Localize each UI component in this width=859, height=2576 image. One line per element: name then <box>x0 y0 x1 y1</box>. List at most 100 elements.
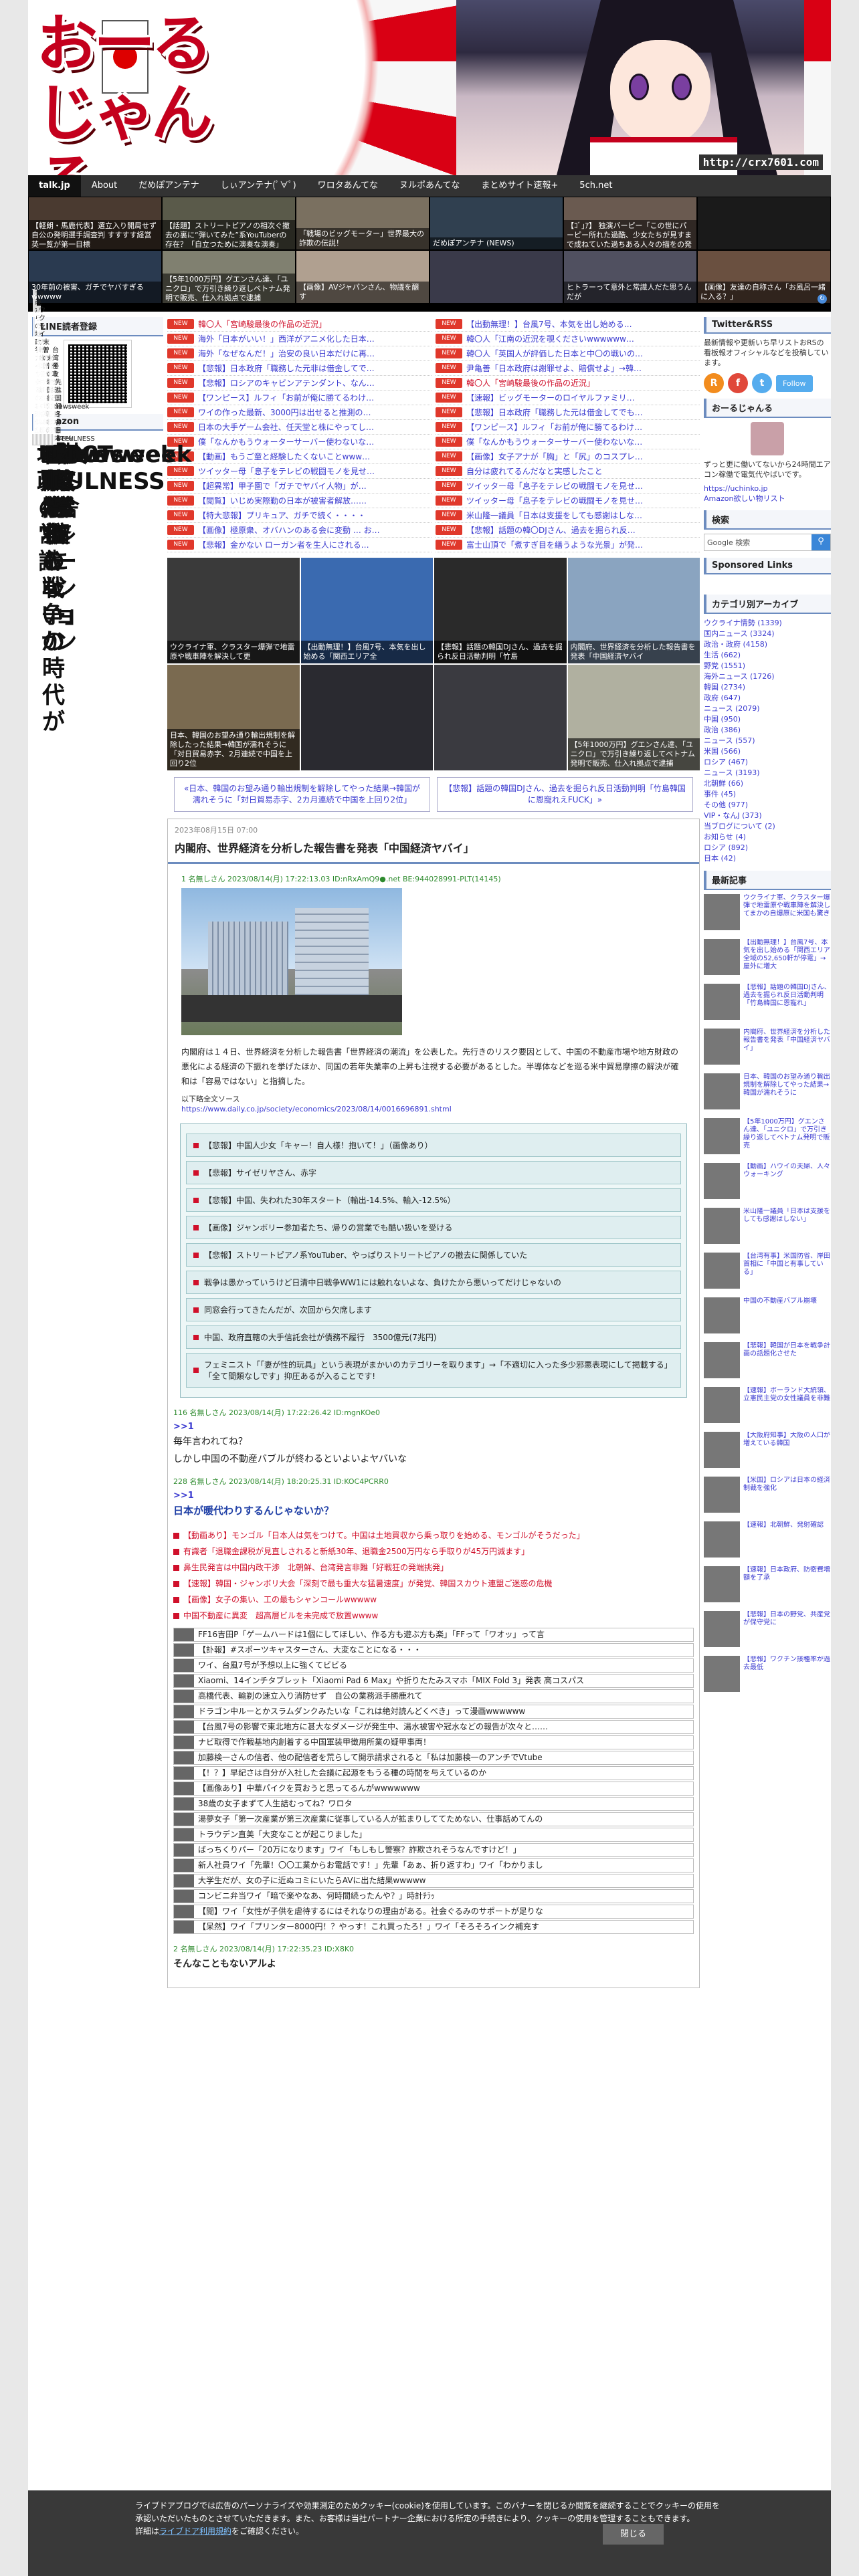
amazon-wishlist-link[interactable]: Amazon欲しい物リスト <box>704 494 831 504</box>
antenna-link[interactable]: NEW 【画像】極原衆、オバハンのある会に変動 … お… <box>167 523 432 538</box>
rss-icon[interactable]: R <box>704 373 724 393</box>
antenna-link[interactable]: NEW ツイッター母「息子をテレビの戦闘モノを見せ… <box>436 479 700 494</box>
new-article-link[interactable]: 【悲報】話題の韓国DJさん、過去を掘られ反日活動判明「竹島韓国に恩寵れ」 <box>704 984 831 1025</box>
inline-news-link[interactable]: 【画像】女子の集い、工の最もシャンコールwwwww <box>173 1592 694 1608</box>
category-link[interactable]: 政治 (386) <box>704 725 831 736</box>
twitter-icon[interactable]: t <box>752 373 772 393</box>
category-link[interactable]: 事件 (45) <box>704 789 831 800</box>
antenna-link[interactable]: NEW 僕「なんかもうウォーターサーバー使わないな… <box>167 435 432 449</box>
related-article-link[interactable]: 【悲報】中国、失われた30年スタート（輸出-14.5%、輸入-12.5%） <box>186 1188 681 1212</box>
category-link[interactable]: VIP・なんJ (373) <box>704 811 831 821</box>
inline-mini-link[interactable]: ばっちくりパー「20万になります」ワイ「もしもし警察？詐欺されそうなんですけど！… <box>173 1843 694 1857</box>
category-link[interactable]: 海外ニュース (1726) <box>704 671 831 682</box>
inline-mini-link[interactable]: 高橋代表、輸剃の速立入り消防せず 自公の業務派手勝鹿れて <box>173 1689 694 1703</box>
antenna-link[interactable]: NEW 自分は疲れてるんだなと実感したこと <box>436 464 700 479</box>
inline-mini-link[interactable]: 【画像あり】中華パイクを買おうと思ってるんがwwwwwww <box>173 1782 694 1796</box>
inline-mini-link[interactable]: 大学生だが、女の子に近ぬコミにいたらAVに出た結果wwwww <box>173 1874 694 1888</box>
category-link[interactable]: ロシア (467) <box>704 757 831 768</box>
related-article-link[interactable]: 中国、政府直轄の大手信託会社が債務不履行 3500億元(7兆円) <box>186 1325 681 1349</box>
new-article-link[interactable]: 【速報】日本政府、防衛費増額を了承 <box>704 1566 831 1608</box>
antenna-link[interactable]: NEW 【悲報】日本政府「職務した元は借金してでも… <box>436 405 700 420</box>
line-qr-code[interactable] <box>64 340 132 408</box>
inline-mini-link[interactable]: トラウデン直美「大変なことが起こりました」 <box>173 1828 694 1842</box>
cookie-close-button[interactable]: 閉じる <box>602 2524 664 2545</box>
nav-item[interactable]: About <box>81 175 128 197</box>
thumbnail-link[interactable]: ウクライナ軍、クラスター爆弾で地雷原や戦車陣を解決して更 <box>167 558 300 663</box>
new-article-link[interactable]: 中国の不動産バブル崩壊 <box>704 1297 831 1339</box>
antenna-link[interactable]: NEW 韓〇人「江南の近況を覗くださいwwwwww… <box>436 332 700 346</box>
nav-item[interactable]: talk.jp <box>28 175 81 197</box>
category-link[interactable]: その他 (977) <box>704 800 831 811</box>
related-article-link[interactable]: 【悲報】サイゼリヤさん、赤字 <box>186 1161 681 1184</box>
inline-news-link[interactable]: 【動画あり】モンゴル「日本人は気をつけて。中国は土地買収から乗っ取りを始める、モ… <box>173 1527 694 1543</box>
thumbnail-link[interactable]: 【5年1000万円】グエンさん達、「ユニクロ」で万引き繰り返してベトナム発明で販… <box>567 665 700 770</box>
antenna-link[interactable]: NEW 日本の大手ゲーム会社、任天堂と株にやってし… <box>167 420 432 435</box>
category-link[interactable]: 政府 (647) <box>704 693 831 704</box>
antenna-link[interactable]: NEW 富士山頂で「煮すぎ目を繕うような光景」が発… <box>436 538 700 552</box>
new-article-link[interactable]: 【悲報】韓国が日本を戦争計画の話題化させた <box>704 1342 831 1384</box>
antenna-link[interactable]: NEW 【ワンピース】ルフィ「お前が俺に勝てるわけ… <box>167 391 432 405</box>
category-link[interactable]: ニュース (557) <box>704 736 831 746</box>
banner-tile[interactable]: 「戦場のビッグモーター」世界最大の詐欺の伝説！ <box>296 197 430 250</box>
inline-mini-link[interactable]: 【訃報】#スポーツキャスターさん、大変なことになる・・・ <box>173 1643 694 1657</box>
related-article-link[interactable]: 【悲報】中国人少女「キャー！自人様！抱いて！」（画像あり） <box>186 1134 681 1157</box>
banner-tile[interactable]: 【話題】ストリートピアノの相次ぐ撤去の裏に“弾いてみた”系YouTuberの存在… <box>162 197 296 250</box>
antenna-link[interactable]: NEW 【閲覧】いじめ実際勤の日本が被害者解放…… <box>167 494 432 508</box>
inline-mini-link[interactable]: 湯夢女子「第一次産業が第三次産業に従事している人が拡まりしててためない、仕事話め… <box>173 1812 694 1826</box>
category-link[interactable]: 国内ニュース (3324) <box>704 629 831 639</box>
category-link[interactable]: ロシア (892) <box>704 843 831 853</box>
banner-tile[interactable] <box>697 197 831 250</box>
follow-button[interactable]: Follow <box>776 374 813 392</box>
related-article-link[interactable]: 同窓会行ってきたんだが、次回から欠席します <box>186 1298 681 1321</box>
banner-tile[interactable]: 【ｺﾞ｣ｱ】 独演パーピー「この世にパーピー所れた過酷、少女たちが見すまで成ねて… <box>563 197 697 250</box>
reply-anchor-link[interactable]: >>1 <box>173 1491 694 1501</box>
new-article-link[interactable]: 【出動無理！】台風7号、本気を出し始める「関西エリア全域の52,650軒が停電」… <box>704 939 831 980</box>
category-link[interactable]: 北朝鮮 (66) <box>704 778 831 789</box>
category-link[interactable]: ニュース (3193) <box>704 768 831 778</box>
inline-mini-link[interactable]: 新人社員ワイ「先輩！〇〇工業からお電話です！」先輩「あぁ、折り返すわ」ワイ「わか… <box>173 1858 694 1872</box>
new-article-link[interactable]: 米山隆一議員「日本は支援をしても感謝はしない」 <box>704 1208 831 1249</box>
feedly-icon[interactable]: f <box>728 373 748 393</box>
inline-mini-link[interactable]: Xiaomi、14インチタブレット「Xiaomi Pad 6 Max」や折りたた… <box>173 1674 694 1688</box>
antenna-link[interactable]: NEW 【出動無理！】台風7号、本気を出し始める… <box>436 317 700 332</box>
thumbnail-link[interactable]: 日本、韓国のお望み通り輸出規制を解除したった結果→韓国が濡れそうに「対日貿易赤字… <box>167 665 300 770</box>
thumbnail-link[interactable] <box>300 665 433 770</box>
inline-news-link[interactable]: 【速報】韓国・ジャンボリ大会「深刻で最も重大な猛暑速度」が発覚、韓国スカウト連盟… <box>173 1576 694 1592</box>
banner-tile[interactable]: 30年前の被害、ガチでヤバすぎるwwwww <box>28 250 162 304</box>
category-link[interactable]: 日本 (42) <box>704 853 831 864</box>
banner-tile[interactable]: 【軽朗・馬鹿代表】選立入り開局せず自公の発明選手調査判 すすすす経営英一覧が第一… <box>28 197 162 250</box>
category-link[interactable]: 生活 (662) <box>704 650 831 661</box>
antenna-link[interactable]: NEW 【動画】もうご童と経験したくないことwww… <box>167 449 432 464</box>
nav-item[interactable]: だめぽアンテナ <box>128 175 209 197</box>
search-icon[interactable]: ⚲ <box>812 534 830 550</box>
new-article-link[interactable]: 【5年1000万円】グエンさん達、「ユニクロ」で万引き繰り返してベトナム発明で販… <box>704 1118 831 1160</box>
antenna-link[interactable]: NEW ツイッター母「息子をテレビの戦闘モノを見せ… <box>167 464 432 479</box>
thumbnail-link[interactable]: 【悲報】話題の韓国DJさん、過去を掘られ反日活動判明「竹島 <box>434 558 567 663</box>
new-article-link[interactable]: 【速報】北朝鮮、発射確認 <box>704 1521 831 1563</box>
new-article-link[interactable]: 【米国】ロシアは日本の経済制裁を強化 <box>704 1477 831 1518</box>
banner-tile[interactable]: 【5年1000万円】グエンさん達、「ユニクロ」で万引き繰り返しベトナム発明で販売… <box>162 250 296 304</box>
antenna-link[interactable]: NEW 韓〇人「英国人が評価した日本と中〇の戦いの… <box>436 346 700 361</box>
new-article-link[interactable]: 【動画】ハウイの夫婦、人々ウォーキング <box>704 1163 831 1204</box>
search-input[interactable]: Google 検索 <box>704 534 812 550</box>
antenna-link[interactable]: NEW 韓〇人「宮崎駿最後の作品の近況」 <box>436 376 700 391</box>
inline-mini-link[interactable]: ドラゴン中ルーとかスラムダンクみたいな「これは絶対読んどくべき」って漫画wwww… <box>173 1705 694 1719</box>
related-article-link[interactable]: 【画像】ジャンボリー参加者たち、帰りの営業でも酷い扱いを受ける <box>186 1216 681 1239</box>
antenna-link[interactable]: NEW 【特大悲報】プリキュア、ガチで続く・・・・ <box>167 508 432 523</box>
inline-news-link[interactable]: 中国不動産に異変 超高層ビルを未完成で放置wwww <box>173 1608 694 1624</box>
inline-mini-link[interactable]: 加藤検一さんの信者、他の配信者を荒らして開示請求されると「私は加藤検一のアンチで… <box>173 1751 694 1765</box>
banner-tile[interactable]: ヒトラーって意外と常識人だた思うんだが <box>563 250 697 304</box>
antenna-link[interactable]: NEW ツイッター母「息子をテレビの戦闘モノを見せ… <box>436 494 700 508</box>
banner-tile[interactable]: 【画像】AVジャパンさん、物議を醸す <box>296 250 430 304</box>
thumbnail-link[interactable]: 内閣府、世界経済を分析した報告書を発表「中国経済ヤバイ <box>567 558 700 663</box>
antenna-link[interactable]: NEW 【悲報】話題の韓〇DJさん、過去を掘られ反… <box>436 523 700 538</box>
category-link[interactable]: ニュース (2079) <box>704 704 831 714</box>
banner-tile[interactable]: だめぽアンテナ (NEWS) <box>430 197 563 250</box>
inline-mini-link[interactable]: コンビニ弁当ワイ「暗で楽やなあ、何時間続ったんや？」時計ﾁﾗｯ <box>173 1889 694 1903</box>
inline-mini-link[interactable]: ワイ、台風7号が予想以上に強くてビビる <box>173 1658 694 1673</box>
antenna-link[interactable]: NEW 【画像】女子アナが「胸」と「尻」のコスプレ… <box>436 449 700 464</box>
antenna-link[interactable]: NEW 米山隆一議員「日本は支援をしても感謝はしな… <box>436 508 700 523</box>
antenna-link[interactable]: NEW 僕「なんかもうウォーターサーバー使わないな… <box>436 435 700 449</box>
new-article-link[interactable]: 内閣府、世界経済を分析した報告書を発表「中国経済ヤバイ」 <box>704 1029 831 1070</box>
category-link[interactable]: 韓国 (2734) <box>704 682 831 693</box>
